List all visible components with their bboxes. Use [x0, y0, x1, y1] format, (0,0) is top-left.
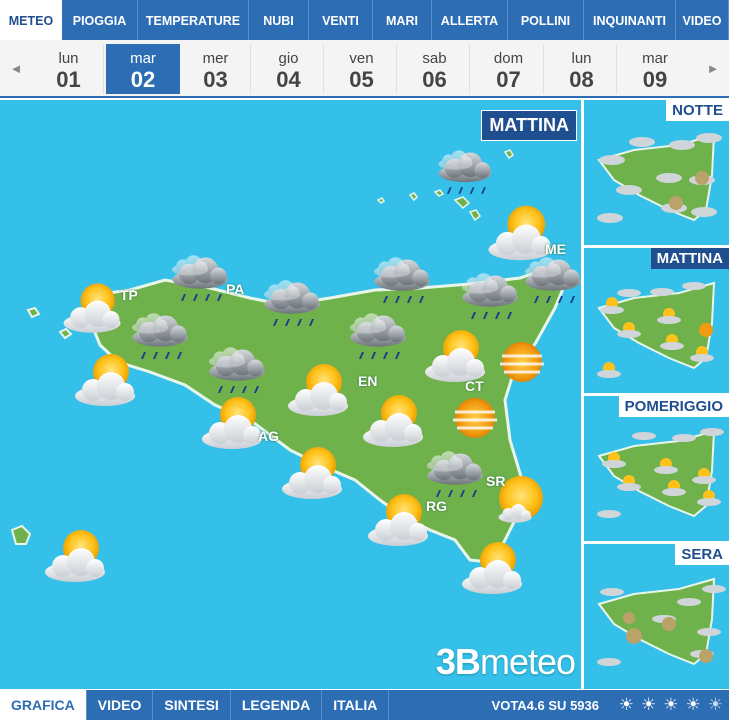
thumb-pomeriggio[interactable]: POMERIGGIO — [584, 396, 729, 541]
province-label-ag: AG — [258, 428, 279, 444]
province-label-ct: CT — [465, 378, 484, 394]
day-item[interactable]: lun 01 — [34, 44, 104, 94]
vote-score: 4.6 — [526, 698, 545, 713]
day-item[interactable]: mar 09 — [620, 44, 690, 94]
province-label-pa: PA — [226, 281, 245, 297]
day-name: gio — [278, 50, 299, 67]
day-number: 04 — [276, 67, 301, 92]
tab-venti[interactable]: VENTI — [309, 0, 373, 40]
mini-map-icon — [597, 577, 726, 666]
mini-map-icon — [597, 281, 716, 378]
weather-widget: METEO PIOGGIA TEMPERATURE NUBI VENTI MAR… — [0, 0, 729, 720]
day-number: 02 — [130, 67, 156, 92]
tab-temperature[interactable]: TEMPERATURE — [138, 0, 249, 40]
day-name: sab — [422, 50, 447, 67]
bottom-bar: GRAFICA VIDEO SINTESI LEGENDA ITALIA VOT… — [0, 690, 729, 720]
thumb-sera[interactable]: SERA — [584, 544, 729, 689]
weather-map: TP PA ME EN CT AG SR RG MATTINA 3Bmeteo — [0, 100, 581, 689]
tab-video-bottom[interactable]: VIDEO — [87, 690, 154, 720]
sun-rating-icon[interactable]: ☀ — [619, 690, 634, 720]
day-item-selected[interactable]: mar 02 — [106, 44, 180, 94]
tab-sintesi[interactable]: SINTESI — [153, 690, 231, 720]
province-label-me: ME — [545, 241, 566, 257]
tab-inquinanti[interactable]: INQUINANTI — [584, 0, 676, 40]
sun-rating-icon[interactable]: ☀ — [686, 690, 701, 720]
thumb-mattina[interactable]: MATTINA — [584, 248, 729, 393]
thumb-label: POMERIGGIO — [618, 396, 729, 417]
day-number: 03 — [203, 67, 228, 92]
tab-video[interactable]: VIDEO — [676, 0, 729, 40]
day-number: 05 — [349, 67, 374, 92]
thumb-label: NOTTE — [666, 100, 729, 121]
day-item[interactable]: ven 05 — [327, 44, 397, 94]
thumb-label: MATTINA — [650, 248, 729, 269]
day-selector: ◄ lun 01 mar 02 mer 03 gio 04 ven 05 sab 06 do… — [0, 40, 729, 98]
province-label-en: EN — [358, 373, 378, 389]
logo-text: meteo — [479, 641, 576, 682]
day-item[interactable]: dom 07 — [474, 44, 544, 94]
mini-map-icon — [597, 428, 724, 518]
tab-legenda[interactable]: LEGENDA — [231, 690, 323, 720]
day-item[interactable]: gio 04 — [254, 44, 324, 94]
day-number: 09 — [642, 67, 668, 92]
tab-allerta[interactable]: ALLERTA — [432, 0, 508, 40]
tab-mari[interactable]: MARI — [373, 0, 432, 40]
province-label-tp: TP — [120, 287, 138, 303]
mini-map-icon — [597, 133, 722, 223]
day-name: lun — [58, 50, 79, 67]
day-name: mar — [642, 50, 668, 67]
day-item[interactable]: mer 03 — [181, 44, 251, 94]
day-number: 06 — [422, 67, 447, 92]
vote-count: 5936 — [570, 698, 599, 713]
period-badge: MATTINA — [481, 110, 577, 141]
logo-number: 3B — [435, 641, 481, 682]
day-name: dom — [493, 50, 524, 67]
vote-summary: VOTA4.6 SU 5936 — [492, 690, 599, 720]
day-name: mar — [130, 50, 156, 67]
tab-nubi[interactable]: NUBI — [249, 0, 309, 40]
day-name: lun — [571, 50, 592, 67]
vote-label: VOTA — [491, 698, 527, 713]
main-tab-bar: METEO PIOGGIA TEMPERATURE NUBI VENTI MAR… — [0, 0, 729, 40]
day-item[interactable]: sab 06 — [400, 44, 470, 94]
day-item[interactable]: lun 08 — [547, 44, 617, 94]
day-number: 08 — [569, 67, 594, 92]
day-name: mer — [202, 50, 229, 67]
sun-rating-icon[interactable]: ☀ — [708, 690, 723, 720]
tab-pioggia[interactable]: PIOGGIA — [62, 0, 138, 40]
tab-meteo[interactable]: METEO — [0, 0, 62, 40]
day-name: ven — [349, 50, 374, 67]
province-label-rg: RG — [426, 498, 447, 514]
tab-italia[interactable]: ITALIA — [322, 690, 390, 720]
sun-rating-icon[interactable]: ☀ — [641, 690, 656, 720]
next-day-arrow-icon[interactable]: ► — [697, 40, 729, 98]
prev-day-arrow-icon[interactable]: ◄ — [0, 40, 32, 98]
vote-su: SU — [548, 698, 567, 713]
brand-logo: 3Bmeteo — [435, 641, 576, 683]
tab-pollini[interactable]: POLLINI — [508, 0, 584, 40]
tab-grafica[interactable]: GRAFICA — [0, 690, 87, 720]
sicily-map-icon — [10, 149, 581, 689]
day-number: 01 — [56, 67, 81, 92]
sun-rating-icon[interactable]: ☀ — [663, 690, 678, 720]
thumb-label: SERA — [675, 544, 729, 565]
province-label-sr: SR — [486, 473, 506, 489]
thumb-notte[interactable]: NOTTE — [584, 100, 729, 245]
vote-stars: ☀ ☀ ☀ ☀ ☀ — [619, 690, 723, 720]
day-number: 07 — [496, 67, 521, 92]
